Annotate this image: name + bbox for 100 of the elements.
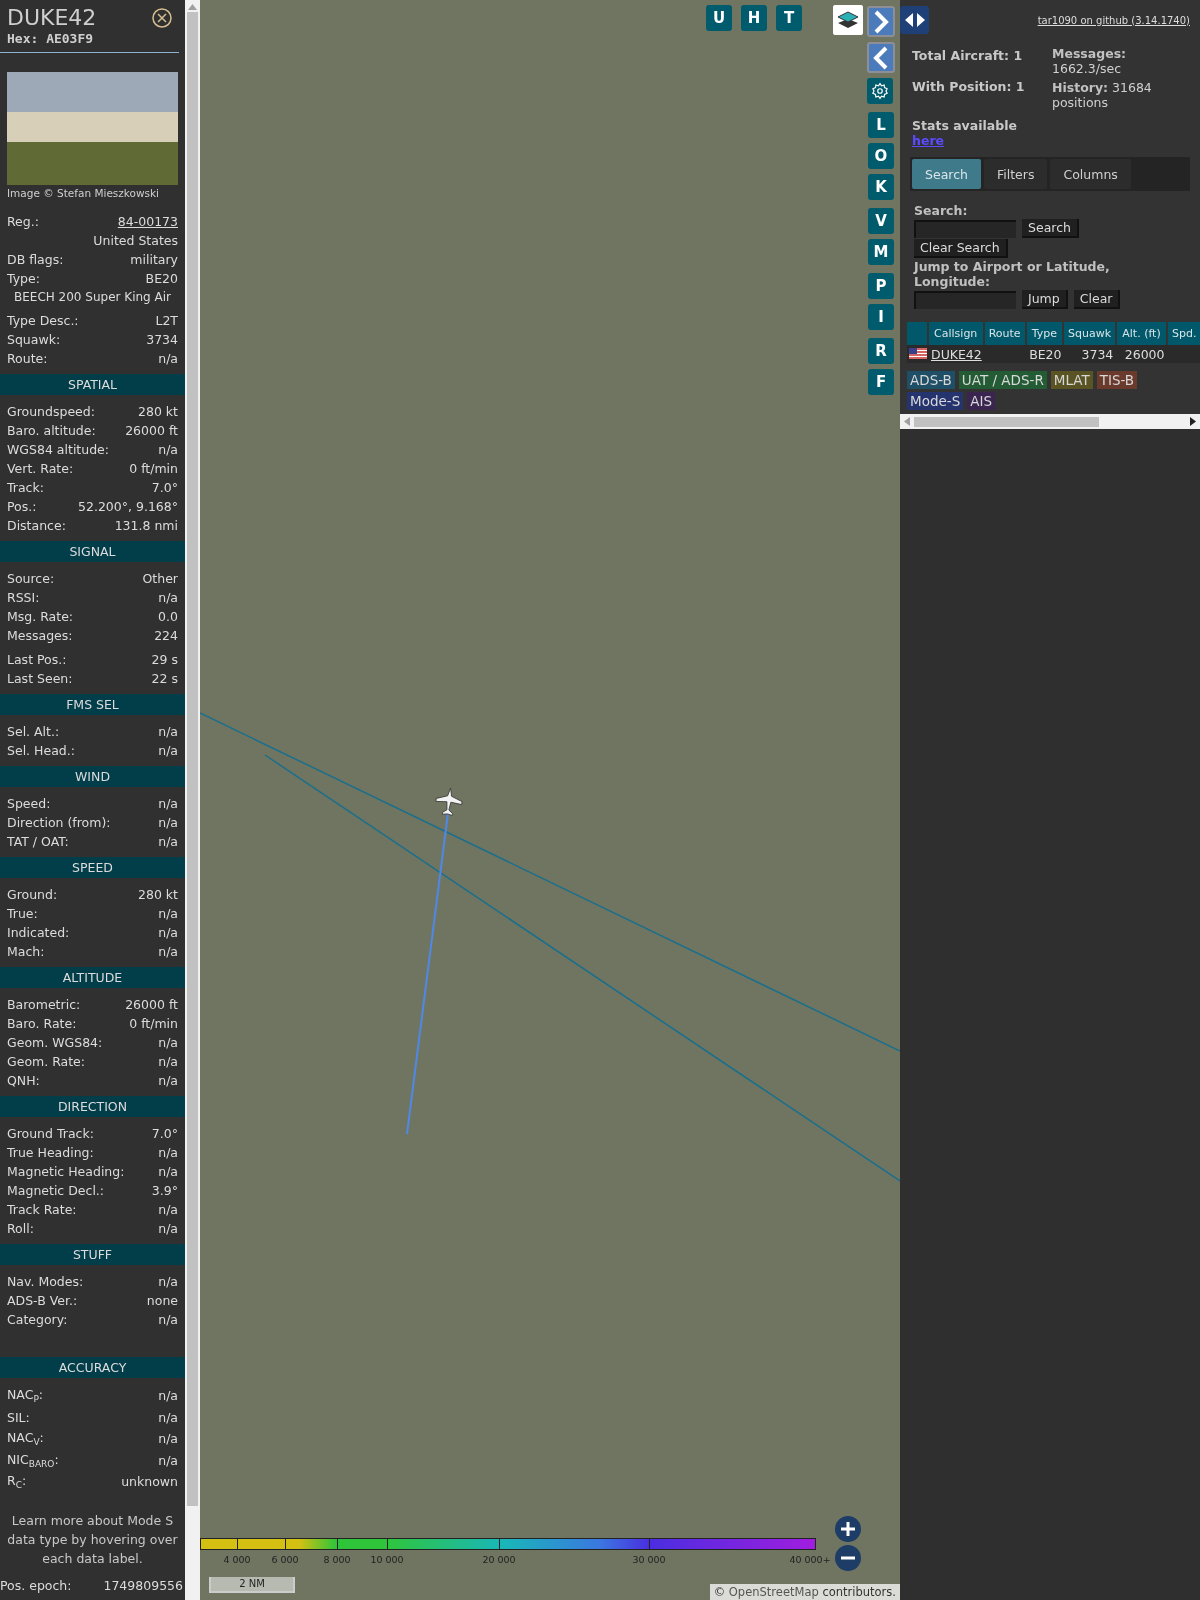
field-label: Speed:	[7, 796, 51, 811]
map-toggle-button[interactable]: I	[868, 304, 894, 330]
field-value: n/a	[158, 1164, 178, 1179]
tab[interactable]: Search	[912, 159, 981, 189]
field-value: n/a	[158, 1274, 178, 1289]
map-toggle-button[interactable]: R	[868, 338, 894, 364]
clear-search-button[interactable]: Clear Search	[914, 239, 1008, 258]
distance-scale: 2 NM	[209, 1577, 295, 1593]
field-value: n/a	[158, 1202, 178, 1217]
map-toggle-button[interactable]: V	[868, 208, 894, 234]
jump-field[interactable]	[914, 290, 1016, 309]
map-toggle-button[interactable]: F	[868, 369, 894, 395]
field-label: Pos. epoch:	[0, 1577, 72, 1593]
field-value: 7.0°	[151, 1126, 178, 1141]
search-field[interactable]	[914, 219, 1016, 238]
source-legend-tag: TIS-B	[1096, 371, 1138, 389]
expand-button[interactable]	[867, 6, 895, 37]
field-value: n/a	[158, 1073, 178, 1088]
scale-label: 40 000+	[789, 1554, 831, 1565]
panel-toggle-button[interactable]	[900, 6, 929, 34]
field-label: Nav. Modes:	[7, 1274, 84, 1289]
section-header: DIRECTION	[0, 1096, 185, 1117]
column-header[interactable]: Squawk	[1063, 322, 1115, 345]
field-label: R$_{C}$:	[7, 1473, 27, 1491]
scale-label: 8 000	[323, 1554, 351, 1565]
field-value: n/a	[158, 1431, 178, 1447]
field-value: n/a	[158, 1409, 178, 1425]
field-label: Reg.:	[7, 214, 39, 229]
scroll-right-icon[interactable]	[1190, 417, 1196, 426]
scale-label: 4 000	[223, 1554, 251, 1565]
close-icon[interactable]	[152, 8, 172, 28]
settings-button[interactable]	[867, 78, 893, 104]
field-label: Indicated:	[7, 925, 70, 940]
field-label: Squawk:	[7, 332, 61, 347]
left-right-arrows-icon	[903, 12, 926, 28]
chevron-right-icon	[873, 9, 889, 34]
field-value: n/a	[158, 1388, 178, 1404]
field-label: Ground:	[7, 887, 58, 902]
column-header[interactable]: Alt. (ft)	[1116, 322, 1166, 345]
table-cell: BE20	[1029, 346, 1062, 362]
field-value: 29 s	[151, 652, 178, 667]
field-value: 26000 ft	[125, 997, 178, 1012]
github-link[interactable]: tar1090 on github (3.14.1740)	[1037, 14, 1190, 26]
field-label: QNH:	[7, 1073, 40, 1088]
flag-icon	[909, 347, 927, 359]
tab[interactable]: Filters	[983, 159, 1048, 189]
field-label: True:	[7, 906, 38, 921]
plus-icon	[840, 1521, 856, 1537]
stat-text: Messages: 1662.3/sec	[1052, 46, 1128, 78]
field-label: Direction (from):	[7, 815, 111, 830]
column-header[interactable]: Spd.	[1168, 322, 1200, 345]
section-header: STUFF	[0, 1244, 185, 1265]
source-legend-tag: AIS	[967, 392, 996, 410]
jump-button[interactable]: Jump	[1022, 290, 1068, 309]
vertical-scrollbar[interactable]	[185, 0, 200, 1600]
column-header[interactable]: Type	[1026, 322, 1062, 345]
scale-label: 10 000	[370, 1554, 404, 1565]
horizontal-scrollbar[interactable]	[900, 414, 1200, 429]
field-value: none	[146, 1293, 178, 1308]
map-toggle-button[interactable]: T	[776, 5, 802, 31]
zoom-in-button[interactable]	[835, 1516, 861, 1542]
aircraft-icon[interactable]	[435, 787, 463, 816]
field-label: Track Rate:	[7, 1202, 77, 1217]
map-toggle-button[interactable]: P	[868, 273, 894, 299]
layers-icon	[837, 10, 859, 30]
column-header[interactable]: Route	[984, 322, 1025, 345]
callsign-link[interactable]: DUKE42	[931, 346, 982, 362]
map-background[interactable]: U H T L O K V M P I R F 4 000 6 000 8 000 10 000 20 000 30 000 40 000+ 2 NM © OpenStreetMap contributors.	[200, 0, 900, 1600]
tab[interactable]: Columns	[1050, 159, 1131, 189]
field-label: Magnetic Heading:	[7, 1164, 125, 1179]
layers-button[interactable]	[833, 5, 863, 35]
clear-button[interactable]: Clear	[1073, 290, 1121, 309]
stat-text: With Position: 1	[912, 78, 1026, 96]
field-value: 3734	[146, 332, 178, 347]
field-value: n/a	[158, 743, 178, 758]
field-label: Track:	[7, 480, 44, 495]
field-label: Barometric:	[7, 997, 81, 1012]
field-label: NIC$_{BARO}$:	[7, 1451, 59, 1469]
field-value: n/a	[158, 906, 178, 921]
section-header: ALTITUDE	[0, 967, 185, 988]
section-header: WIND	[0, 766, 185, 787]
map-toggle-button[interactable]: O	[868, 143, 894, 169]
attribution-link[interactable]: OpenStreetMap	[728, 1585, 819, 1599]
field-value: 131.8 nmi	[114, 518, 178, 533]
field-label: Mach:	[7, 944, 45, 959]
column-header[interactable]: Callsign	[928, 322, 983, 345]
map-toggle-button[interactable]: H	[741, 5, 767, 31]
callsign-title: DUKE42	[7, 5, 97, 31]
map-toggle-button[interactable]: L	[868, 112, 894, 138]
zoom-out-button[interactable]	[835, 1545, 861, 1571]
jump-label: Jump to Airport or Latitude, Longitude:	[914, 259, 1111, 289]
map-toggle-button[interactable]: U	[706, 5, 732, 31]
field-label: Geom. Rate:	[7, 1054, 86, 1069]
collapse-button[interactable]	[867, 42, 895, 73]
search-button[interactable]: Search	[1022, 219, 1079, 238]
registration-link[interactable]: 84-00173	[117, 214, 178, 229]
map-toggle-button[interactable]: M	[868, 239, 894, 265]
field-label: Roll:	[7, 1221, 34, 1236]
map-toggle-button[interactable]: K	[868, 174, 894, 200]
field-value: n/a	[158, 815, 178, 830]
